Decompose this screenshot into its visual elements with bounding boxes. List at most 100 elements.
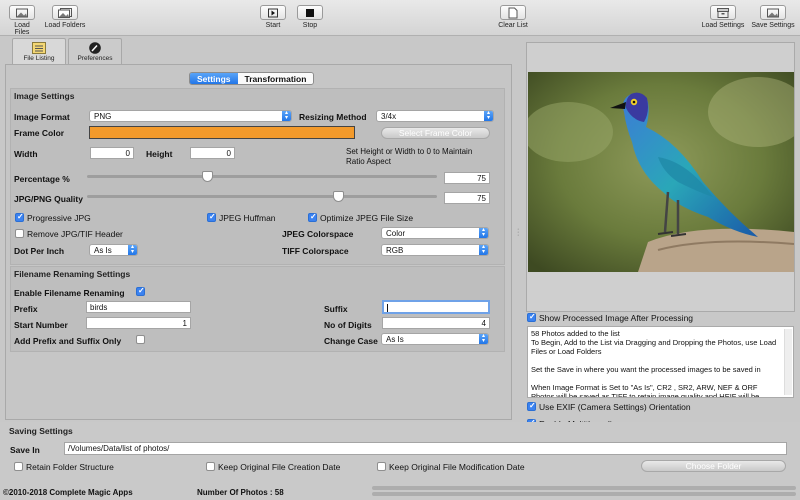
keep-modification-label: Keep Original File Modification Date	[389, 462, 525, 472]
jpeg-huffman-checkbox[interactable]	[207, 212, 216, 222]
frame-color-label: Frame Color	[14, 128, 65, 138]
clear-list-label: Clear List	[498, 22, 528, 29]
tab-preferences[interactable]: Preferences	[68, 38, 122, 64]
suffix-label: Suffix	[324, 304, 348, 314]
jpeg-colorspace-label: JPEG Colorspace	[282, 229, 354, 239]
save-in-label: Save In	[10, 445, 40, 455]
start-number-label: Start Number	[14, 320, 68, 330]
chevron-updown-icon: ▴ ▾	[479, 244, 488, 255]
dpi-label: Dot Per Inch	[14, 246, 65, 256]
image-format-select[interactable]: PNG ▴ ▾	[89, 110, 292, 122]
add-prefix-suffix-checkbox[interactable]	[136, 335, 145, 344]
stop-label: Stop	[302, 22, 318, 29]
info-scrollbar[interactable]	[784, 329, 792, 395]
image-icon	[760, 5, 786, 20]
toolbar: Load Files Load Folders Start Stop Clear…	[0, 0, 800, 36]
tiff-colorspace-select[interactable]: RGB ▴ ▾	[381, 244, 489, 256]
use-exif-checkbox[interactable]	[527, 401, 536, 411]
height-input[interactable]: 0	[190, 147, 235, 159]
show-processed-checkbox[interactable]	[527, 312, 536, 322]
segment-transformation[interactable]: Transformation	[237, 73, 314, 84]
change-case-select[interactable]: As Is ▴ ▾	[381, 333, 489, 345]
digits-label: No of Digits	[324, 320, 372, 330]
saving-title: Saving Settings	[9, 426, 73, 436]
load-settings-button[interactable]: Load Settings	[700, 5, 746, 29]
keep-creation-checkbox[interactable]	[206, 462, 215, 471]
tab-preferences-label: Preferences	[77, 55, 113, 62]
save-settings-button[interactable]: Save Settings	[750, 5, 796, 29]
start-button[interactable]: Start	[258, 5, 288, 29]
quality-label: JPG/PNG Quality	[14, 194, 83, 204]
clear-list-button[interactable]: Clear List	[496, 5, 530, 29]
show-processed-label: Show Processed Image After Processing	[539, 313, 694, 323]
list-icon	[32, 42, 46, 54]
remove-header-checkbox[interactable]	[15, 229, 24, 238]
enable-renaming-checkbox[interactable]	[136, 286, 145, 296]
prefix-label: Prefix	[14, 304, 38, 314]
percentage-slider-thumb[interactable]	[202, 171, 213, 182]
tiff-colorspace-value: RGB	[386, 246, 404, 255]
change-case-value: As Is	[386, 335, 404, 344]
chevron-updown-icon: ▴ ▾	[128, 244, 137, 255]
renaming-title: Filename Renaming Settings	[14, 269, 131, 279]
photo-count: Number Of Photos : 58	[197, 488, 284, 497]
progress-bar-2	[372, 492, 796, 496]
digits-input[interactable]: 4	[382, 317, 490, 329]
stop-button[interactable]: Stop	[295, 5, 325, 29]
splitter-handle[interactable]: · · ·	[517, 226, 519, 239]
stop-icon	[297, 5, 323, 20]
frame-color-swatch[interactable]	[89, 126, 355, 139]
segmented-control: Settings Transformation	[189, 72, 315, 85]
text-cursor	[387, 303, 388, 312]
jpeg-huffman-label: JPEG Huffman	[219, 213, 276, 223]
chevron-updown-icon: ▴ ▾	[282, 110, 291, 121]
segment-settings[interactable]: Settings	[190, 73, 238, 84]
select-frame-color-button[interactable]: Select Frame Color	[381, 127, 490, 139]
load-files-label: Load Files	[14, 22, 30, 36]
resizing-method-select[interactable]: 3/4x ▴ ▾	[376, 110, 494, 122]
percentage-label: Percentage %	[14, 174, 70, 184]
archive-icon	[710, 5, 736, 20]
image-format-label: Image Format	[14, 112, 70, 122]
play-icon	[260, 5, 286, 20]
preview-image	[528, 72, 794, 272]
retain-structure-checkbox[interactable]	[14, 462, 23, 471]
load-settings-label: Load Settings	[701, 22, 745, 29]
info-log[interactable]: 58 Photos added to the list To Begin, Ad…	[527, 326, 794, 398]
prefix-input[interactable]: birds	[86, 301, 191, 313]
start-label: Start	[265, 22, 281, 29]
change-case-label: Change Case	[324, 336, 378, 346]
enable-renaming-label: Enable Filename Renaming	[14, 288, 125, 298]
keep-modification-checkbox[interactable]	[377, 462, 386, 471]
quality-slider-thumb[interactable]	[333, 191, 344, 202]
suffix-input[interactable]	[382, 300, 490, 314]
width-input[interactable]: 0	[90, 147, 134, 159]
optimize-jpeg-checkbox[interactable]	[308, 212, 317, 222]
image-icon	[9, 5, 35, 20]
choose-folder-button[interactable]: Choose Folder	[641, 460, 786, 472]
width-label: Width	[14, 149, 38, 159]
copyright-text: ©2010-2018 Complete Magic Apps	[3, 488, 133, 497]
dpi-select[interactable]: As Is ▴ ▾	[89, 244, 138, 256]
progressive-jpg-checkbox[interactable]	[15, 212, 24, 222]
load-files-button[interactable]: Load Files	[6, 5, 38, 36]
resizing-method-label: Resizing Method	[299, 112, 367, 122]
quality-input[interactable]: 75	[444, 192, 490, 204]
keep-creation-label: Keep Original File Creation Date	[218, 462, 341, 472]
quality-slider[interactable]	[87, 195, 437, 198]
percentage-input[interactable]: 75	[444, 172, 490, 184]
jpeg-colorspace-select[interactable]: Color ▴ ▾	[381, 227, 489, 239]
jpeg-colorspace-value: Color	[386, 229, 406, 238]
progressive-jpg-label: Progressive JPG	[27, 213, 91, 223]
start-number-input[interactable]: 1	[86, 317, 191, 329]
load-folders-button[interactable]: Load Folders	[43, 5, 87, 29]
percentage-slider[interactable]	[87, 175, 437, 178]
brush-icon	[88, 42, 102, 54]
save-in-input[interactable]: /Volumes/Data/list of photos/	[64, 442, 787, 455]
chevron-updown-icon: ▴ ▾	[479, 333, 488, 344]
dpi-value: As Is	[94, 246, 112, 255]
tab-file-listing[interactable]: File Listing	[12, 38, 66, 64]
chevron-updown-icon: ▴ ▾	[484, 110, 493, 121]
optimize-jpeg-label: Optimize JPEG File Size	[320, 213, 414, 223]
image-settings-title: Image Settings	[14, 91, 75, 101]
